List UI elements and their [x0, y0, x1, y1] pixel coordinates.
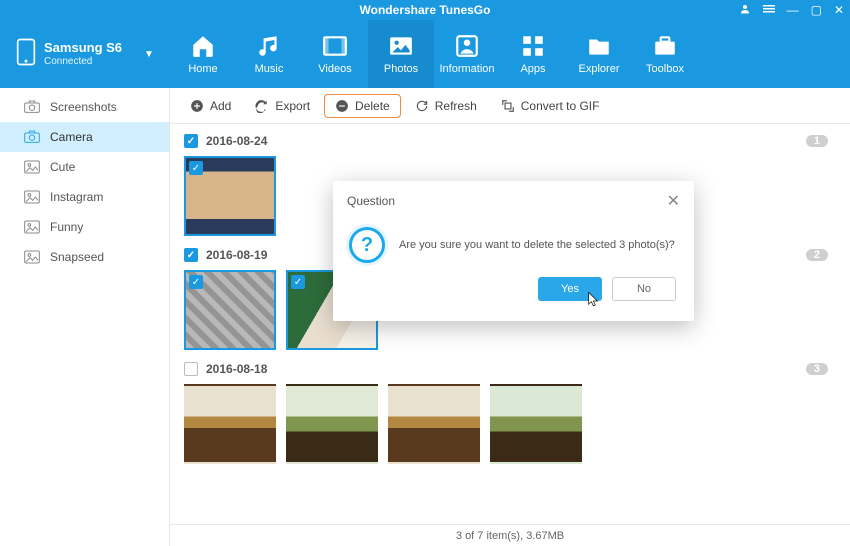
nav-label: Information	[439, 63, 494, 75]
titlebar: Wondershare TunesGo — ▢ ✕	[0, 0, 850, 20]
photo-thumbnail[interactable]: ✓	[184, 270, 276, 350]
device-text: Samsung S6 Connected	[44, 40, 122, 68]
group-count-badge: 3	[806, 363, 828, 375]
dialog-message: Are you sure you want to delete the sele…	[399, 239, 675, 251]
nav-label: Videos	[318, 63, 351, 75]
yes-button[interactable]: Yes	[538, 277, 602, 301]
minimize-button[interactable]: —	[787, 3, 799, 17]
check-icon: ✓	[189, 275, 203, 289]
sidebar-item-label: Cute	[50, 160, 75, 174]
menu-icon[interactable]	[763, 3, 775, 18]
delete-button[interactable]: Delete	[324, 94, 401, 118]
dialog-actions: Yes No	[333, 263, 694, 301]
convert-gif-button[interactable]: Convert to GIF	[491, 95, 610, 117]
dialog-close-button[interactable]: ✕	[667, 191, 680, 211]
dialog-header: Question ✕	[333, 181, 694, 221]
photo-thumbnail[interactable]	[490, 384, 582, 464]
app-title: Wondershare TunesGo	[360, 3, 491, 17]
header: Samsung S6 Connected ▼ Home Music Videos…	[0, 20, 850, 88]
nav-information[interactable]: Information	[434, 20, 500, 88]
group-checkbox[interactable]	[184, 362, 198, 376]
sidebar-item-camera[interactable]: Camera	[0, 122, 169, 152]
export-button[interactable]: Export	[245, 95, 320, 117]
sidebar-item-label: Snapseed	[50, 250, 104, 264]
device-name: Samsung S6	[44, 40, 122, 56]
nav-photos[interactable]: Photos	[368, 20, 434, 88]
sidebar-item-snapseed[interactable]: Snapseed	[0, 242, 169, 272]
nav-home[interactable]: Home	[170, 20, 236, 88]
delete-label: Delete	[355, 99, 390, 113]
nav-videos[interactable]: Videos	[302, 20, 368, 88]
check-icon: ✓	[291, 275, 305, 289]
group-checkbox[interactable]	[184, 134, 198, 148]
user-icon[interactable]	[739, 3, 751, 18]
no-button[interactable]: No	[612, 277, 676, 301]
dialog-body: ? Are you sure you want to delete the se…	[333, 221, 694, 263]
nav-label: Home	[188, 63, 217, 75]
group-header[interactable]: 2016-08-18 3	[184, 358, 836, 380]
phone-icon	[16, 38, 36, 71]
nav-toolbox[interactable]: Toolbox	[632, 20, 698, 88]
dialog-title: Question	[347, 194, 395, 208]
toolbar: Add Export Delete Refresh Convert to GIF	[170, 88, 850, 124]
group-count-badge: 2	[806, 249, 828, 261]
group-count-badge: 1	[806, 135, 828, 147]
sidebar-item-instagram[interactable]: Instagram	[0, 182, 169, 212]
photo-thumbnail[interactable]	[286, 384, 378, 464]
gif-label: Convert to GIF	[521, 99, 600, 113]
nav-explorer[interactable]: Explorer	[566, 20, 632, 88]
refresh-label: Refresh	[435, 99, 477, 113]
add-button[interactable]: Add	[180, 95, 241, 117]
export-label: Export	[275, 99, 310, 113]
chevron-down-icon: ▼	[144, 49, 154, 60]
group-checkbox[interactable]	[184, 248, 198, 262]
question-icon: ?	[349, 227, 385, 263]
sidebar: Screenshots Camera Cute Instagram Funny …	[0, 88, 170, 546]
nav-label: Toolbox	[646, 63, 684, 75]
group-header[interactable]: 2016-08-24 1	[184, 130, 836, 152]
group-date: 2016-08-19	[206, 248, 267, 262]
sidebar-item-label: Funny	[50, 220, 83, 234]
main-nav: Home Music Videos Photos Information App…	[170, 20, 698, 88]
nav-label: Explorer	[579, 63, 620, 75]
nav-label: Apps	[520, 63, 545, 75]
photo-thumbnail[interactable]	[388, 384, 480, 464]
sidebar-item-screenshots[interactable]: Screenshots	[0, 92, 169, 122]
sidebar-item-cute[interactable]: Cute	[0, 152, 169, 182]
status-text: 3 of 7 item(s), 3.67MB	[456, 530, 564, 542]
group-date: 2016-08-18	[206, 362, 267, 376]
nav-music[interactable]: Music	[236, 20, 302, 88]
window-controls: — ▢ ✕	[739, 3, 844, 18]
photo-group: 2016-08-18 3	[184, 358, 836, 464]
sidebar-item-label: Instagram	[50, 190, 103, 204]
thumb-row	[184, 384, 836, 464]
confirm-dialog: Question ✕ ? Are you sure you want to de…	[333, 181, 694, 321]
nav-label: Music	[255, 63, 284, 75]
statusbar: 3 of 7 item(s), 3.67MB	[170, 524, 850, 546]
add-label: Add	[210, 99, 231, 113]
device-status: Connected	[44, 56, 122, 68]
nav-label: Photos	[384, 63, 418, 75]
device-selector[interactable]: Samsung S6 Connected ▼	[0, 20, 170, 88]
sidebar-item-funny[interactable]: Funny	[0, 212, 169, 242]
close-button[interactable]: ✕	[834, 3, 844, 17]
photo-thumbnail[interactable]: ✓	[184, 156, 276, 236]
sidebar-item-label: Camera	[50, 130, 93, 144]
sidebar-item-label: Screenshots	[50, 100, 117, 114]
group-date: 2016-08-24	[206, 134, 267, 148]
refresh-button[interactable]: Refresh	[405, 95, 487, 117]
nav-apps[interactable]: Apps	[500, 20, 566, 88]
maximize-button[interactable]: ▢	[811, 3, 822, 17]
photo-thumbnail[interactable]	[184, 384, 276, 464]
check-icon: ✓	[189, 161, 203, 175]
